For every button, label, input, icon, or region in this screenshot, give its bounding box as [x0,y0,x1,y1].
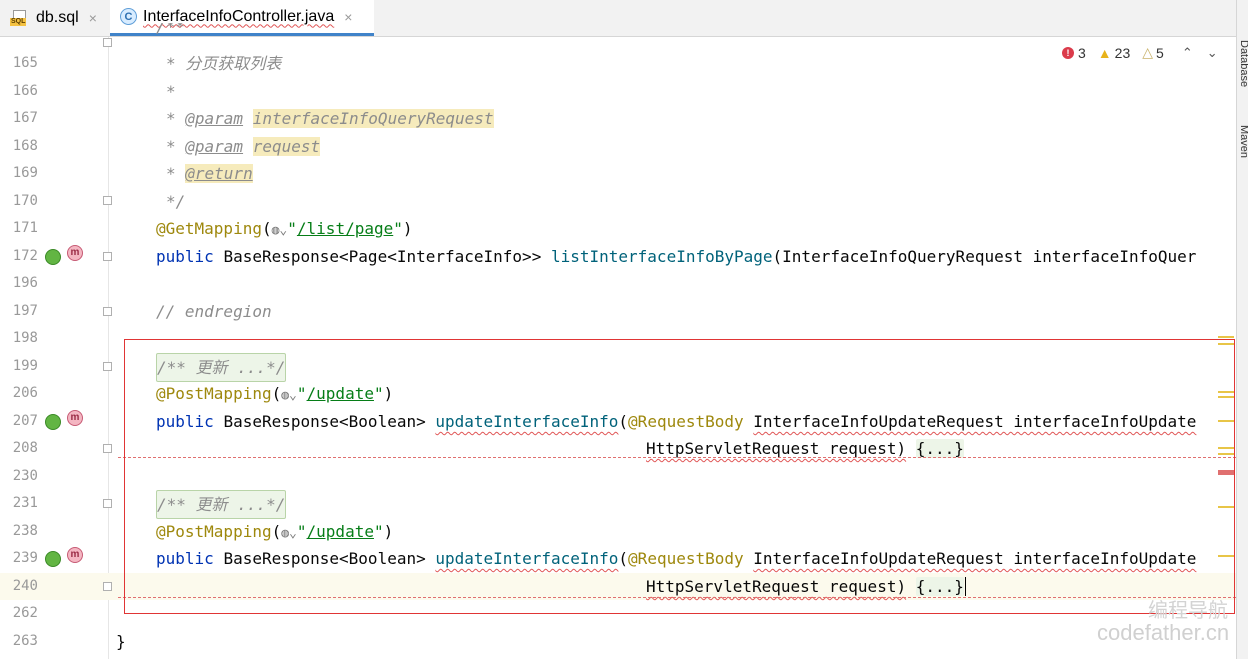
error-count[interactable]: ! 3 [1062,45,1086,61]
endpoint-run-icon[interactable] [45,414,61,430]
scroll-marker[interactable] [1218,343,1234,345]
scroll-marker[interactable] [1218,453,1234,455]
code-line: 165 * 分页获取列表 [12,54,282,73]
watermark-text: 编程导航 [1148,598,1228,622]
globe-icon[interactable]: ◍⌄ [272,223,288,238]
watermark-url: codefather.cn [1097,620,1230,645]
endpoint-run-icon[interactable] [45,551,61,567]
scroll-marker[interactable] [1218,506,1234,508]
code-line: 240 HttpServletRequest request) {...} [12,577,966,596]
code-line: 263 } [12,632,126,651]
scroll-marker[interactable] [1218,555,1234,557]
code-line: /** [156,23,185,36]
fold-marker-icon[interactable] [103,362,112,371]
fold-marker-icon[interactable] [103,444,112,453]
globe-icon[interactable]: ◍⌄ [281,388,297,403]
scroll-marker-error[interactable] [1218,470,1234,475]
fold-marker-icon[interactable] [103,252,112,261]
code-line: 199 /** 更新 ...*/ [0,353,1248,382]
fold-marker-icon[interactable] [103,582,112,591]
folded-method-body[interactable]: {...} [915,577,964,596]
code-line: 170 */ [12,192,186,211]
folded-javadoc[interactable]: /** 更新 ...*/ [156,490,287,519]
fold-marker-icon[interactable] [103,307,112,316]
code-line: 262 [12,605,38,621]
scroll-marker[interactable] [1218,391,1234,393]
code-line: 206 @PostMapping(◍⌄"/update") [12,384,394,403]
fold-marker-icon[interactable] [103,499,112,508]
code-line: 231 /** 更新 ...*/ [0,490,1248,519]
code-line: 198 [12,330,38,346]
inspection-widget[interactable]: ! 3 ▲ 23 △ 5 ⌃ ⌄ [1062,44,1218,61]
warning-icon: ▲ [1097,44,1112,61]
code-line: 169 * @return [12,164,253,183]
warning-count[interactable]: ▲ 23 [1098,45,1130,61]
code-line: 171 @GetMapping(◍⌄"/list/page") [12,219,413,238]
code-line: 238 @PostMapping(◍⌄"/update") [12,522,394,541]
scroll-marker[interactable] [1218,447,1234,449]
globe-icon[interactable]: ◍⌄ [281,526,297,541]
endpoint-run-icon[interactable] [45,249,61,265]
code-line: 230 [12,468,38,484]
code-line: 207 public BaseResponse<Boolean> updateI… [12,412,1197,431]
scroll-marker[interactable] [1218,336,1234,338]
weak-warning-icon: △ [1142,44,1154,60]
code-line: 168 * @param request [12,137,321,156]
code-line: 196 [12,275,38,291]
scroll-marker[interactable] [1218,396,1234,398]
error-icon: ! [1062,46,1074,59]
scroll-marker[interactable] [1218,420,1234,422]
method-separator [118,597,1236,598]
fold-marker-icon[interactable] [103,38,112,47]
weak-warning-count[interactable]: △ 5 [1142,44,1164,61]
method-icon[interactable]: m [67,410,83,426]
fold-marker-icon[interactable] [103,196,112,205]
code-line: 239 public BaseResponse<Boolean> updateI… [12,549,1197,568]
folded-javadoc[interactable]: /** 更新 ...*/ [156,353,287,382]
code-line: 172 public BaseResponse<Page<InterfaceIn… [12,247,1197,266]
chevron-up-icon[interactable]: ⌃ [1182,45,1193,61]
chevron-down-icon[interactable]: ⌄ [1207,45,1218,61]
code-line: 166 * [12,82,176,101]
code-line: 167 * @param interfaceInfoQueryRequest [12,109,494,128]
method-separator [118,457,1236,458]
code-line: 197 // endregion [12,302,272,321]
method-icon[interactable]: m [67,245,83,261]
method-icon[interactable]: m [67,547,83,563]
text-cursor [964,577,966,596]
folded-method-body[interactable]: {...} [915,439,964,458]
